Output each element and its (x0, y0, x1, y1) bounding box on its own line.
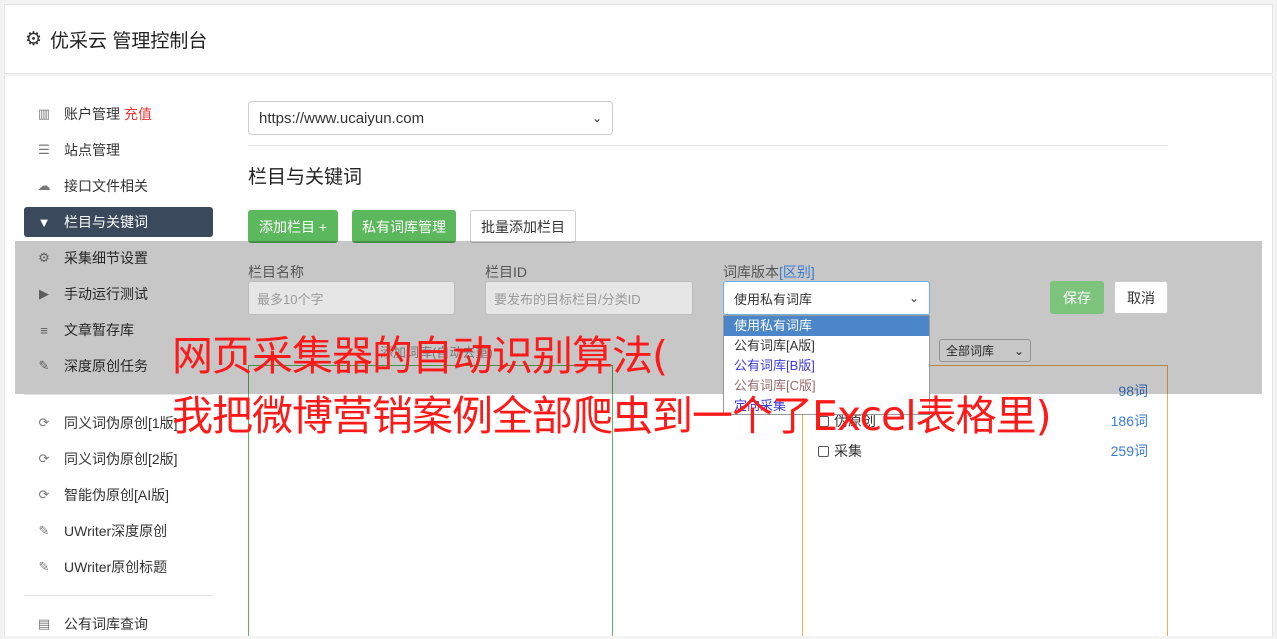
word-group-label: 采集 (834, 443, 862, 459)
divider (248, 145, 1168, 146)
server-icon: ☰ (38, 142, 50, 157)
sidebar-item-uwriter-deep[interactable]: ✎ UWriter深度原创 (24, 516, 213, 546)
dropdown-option[interactable]: 公有词库[B版] (724, 356, 929, 376)
add-column-button[interactable]: 添加栏目 + (248, 210, 338, 243)
cancel-button[interactable]: 取消 (1114, 281, 1168, 314)
sidebar-item-label: 同义词伪原创[1版] (64, 415, 178, 431)
sidebar-item-interface[interactable]: ☁ 接口文件相关 (24, 171, 213, 201)
chevron-down-icon: ⌄ (908, 291, 919, 305)
column-name-label: 栏目名称 (248, 264, 304, 280)
refresh-icon: ⟳ (38, 451, 50, 466)
sidebar-item-ai-rewrite[interactable]: ⟳ 智能伪原创[AI版] (24, 480, 213, 510)
sidebar-item-label: 站点管理 (64, 142, 120, 158)
column-id-label: 栏目ID (485, 264, 527, 280)
private-lib-button[interactable]: 私有词库管理 (352, 210, 456, 243)
sidebar-item-label: UWriter原创标题 (64, 559, 168, 575)
cloud-upload-icon: ☁ (37, 178, 51, 193)
headline-line-1: 网页采集器的自动识别算法( (172, 332, 668, 380)
dropdown-option[interactable]: 公有词库[A版] (724, 336, 929, 356)
column-name-input[interactable]: 最多10个字 (248, 281, 455, 315)
chevron-down-icon: ⌄ (591, 111, 602, 125)
site-select[interactable]: https://www.ucaiyun.com ⌄ (248, 101, 613, 135)
bar-chart-icon: ▥ (37, 106, 51, 121)
top-bar: ⚙ 优采云 管理控制台 (4, 4, 1273, 74)
filter-icon: ▼ (37, 214, 51, 230)
sidebar-item-label: 账户管理 (64, 106, 120, 122)
sidebar-item-account[interactable]: ▥ 账户管理 充值 (24, 99, 213, 129)
difference-link[interactable]: [区别] (779, 264, 815, 280)
book-icon: ▤ (37, 616, 51, 631)
sidebar-item-label: 接口文件相关 (64, 178, 148, 194)
sidebar-item-label: 公有词库查询 (64, 616, 148, 632)
refresh-icon: ⟳ (38, 415, 50, 430)
section-title: 栏目与关键词 (248, 167, 363, 188)
sidebar-item-sites[interactable]: ☰ 站点管理 (24, 135, 213, 165)
sidebar-divider (24, 595, 213, 596)
page-title: 优采云 管理控制台 (50, 30, 208, 52)
site-select-value: https://www.ucaiyun.com (259, 109, 425, 127)
sidebar-item-uwriter-title[interactable]: ✎ UWriter原创标题 (24, 552, 213, 582)
refresh-icon: ⟳ (38, 487, 50, 502)
edit-icon: ✎ (38, 523, 50, 538)
checkbox[interactable] (818, 445, 829, 457)
recharge-link[interactable]: 充值 (124, 104, 152, 124)
gear-icon: ⚙ (25, 28, 43, 50)
dropdown-option[interactable]: 使用私有词库 (724, 316, 929, 336)
sidebar-item-columns[interactable]: ▼ 栏目与关键词 (24, 207, 213, 237)
lib-version-select[interactable]: 使用私有词库 ⌄ (723, 281, 930, 315)
sidebar-item-label: 栏目与关键词 (64, 214, 148, 230)
sidebar-item-synonym-2[interactable]: ⟳ 同义词伪原创[2版] (24, 444, 213, 474)
word-group-count: 186词 (1110, 413, 1148, 429)
lib-version-value: 使用私有词库 (734, 291, 813, 307)
batch-add-button[interactable]: 批量添加栏目 (470, 210, 576, 243)
lib-version-label-text: 词库版本 (723, 264, 779, 280)
column-id-input[interactable]: 要发布的目标栏目/分类ID (485, 281, 693, 315)
headline-line-2: 我把微博营销案例全部爬虫到一个了Excel表格里) (172, 392, 1052, 440)
sidebar-item-label: 智能伪原创[AI版] (64, 487, 170, 503)
sidebar-item-label: UWriter深度原创 (64, 523, 168, 539)
word-group-row[interactable]: 采集 259词 (818, 441, 1148, 461)
save-button[interactable]: 保存 (1050, 281, 1104, 314)
edit-icon: ✎ (38, 559, 50, 574)
lib-version-label: 词库版本[区别] (723, 262, 815, 282)
sidebar-item-label: 同义词伪原创[2版] (64, 451, 178, 467)
sidebar-item-public-lib[interactable]: ▤ 公有词库查询 (24, 609, 213, 639)
word-group-count: 259词 (1110, 443, 1148, 459)
